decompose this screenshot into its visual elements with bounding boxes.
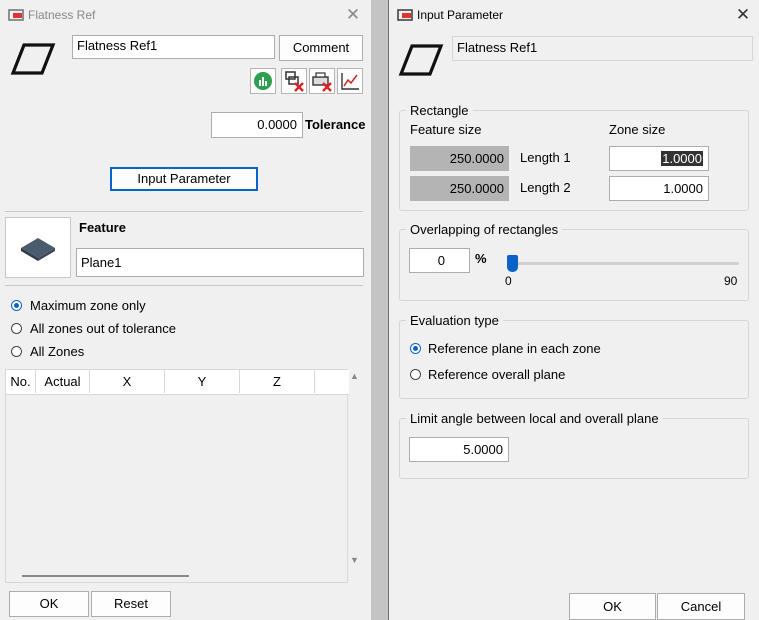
length1-label: Length 1 (520, 150, 571, 165)
results-table: No. Actual X Y Z (5, 369, 349, 583)
radio-all-zones[interactable] (11, 346, 22, 357)
column-header[interactable]: Y (165, 370, 240, 393)
radio-maximum-zone[interactable] (11, 300, 22, 311)
percent-label: % (475, 251, 487, 266)
separator (5, 285, 363, 286)
close-icon[interactable]: ✕ (732, 4, 754, 26)
group-title: Limit angle between local and overall pl… (406, 411, 663, 426)
zone-length1-field[interactable]: 1.0000 (609, 146, 709, 171)
title-bar: Input Parameter ✕ (389, 0, 759, 30)
comment-button[interactable]: Comment (279, 35, 363, 61)
column-header[interactable]: No. (6, 370, 36, 393)
window-title: Flatness Ref (28, 8, 96, 22)
zone-length1-value: 1.0000 (661, 151, 703, 166)
app-icon (397, 9, 413, 21)
column-header[interactable]: Actual (36, 370, 90, 393)
close-icon[interactable]: ✕ (342, 4, 364, 26)
vertical-scrollbar[interactable]: ▲ ▼ (348, 369, 362, 569)
table-header: No. Actual X Y Z (6, 370, 349, 395)
radio-label: All zones out of tolerance (30, 321, 176, 336)
zone-size-label: Zone size (609, 122, 666, 137)
radio-reference-overall-plane[interactable] (410, 369, 421, 380)
overlap-slider-thumb[interactable] (507, 255, 518, 272)
name-field[interactable]: Flatness Ref1 (72, 35, 275, 59)
tolerance-field[interactable]: 0.0000 (211, 112, 303, 138)
radio-label: All Zones (30, 344, 85, 359)
length2-label: Length 2 (520, 180, 571, 195)
scroll-down-icon[interactable]: ▼ (350, 555, 359, 565)
plane-icon (21, 238, 55, 261)
radio-label: Reference plane in each zone (428, 341, 601, 356)
horizontal-scrollbar-thumb[interactable] (22, 575, 189, 577)
flatness-ref-window: Flatness Ref ✕ Flatness Ref1 Comment 0.0… (0, 0, 371, 620)
zone-length2-field[interactable]: 1.0000 (609, 176, 709, 201)
radio-label: Reference overall plane (428, 367, 566, 382)
evaluation-group: Evaluation type (399, 313, 749, 399)
limit-angle-field[interactable]: 5.0000 (409, 437, 509, 462)
scroll-up-icon[interactable]: ▲ (350, 371, 359, 381)
feature-length2-field: 250.0000 (410, 176, 509, 201)
print-remove-icon[interactable] (309, 68, 335, 94)
feature-icon-box (5, 217, 71, 278)
column-header[interactable]: Z (240, 370, 315, 393)
window-gap (371, 0, 388, 620)
radio-reference-plane-each-zone[interactable] (410, 343, 421, 354)
slider-max-label: 90 (724, 274, 738, 288)
feature-field[interactable]: Plane1 (76, 248, 364, 277)
line-chart-icon[interactable] (337, 68, 363, 94)
window-title: Input Parameter (417, 8, 504, 22)
radio-label: Maximum zone only (30, 298, 146, 313)
reset-button[interactable]: Reset (91, 591, 171, 617)
feature-length1-field: 250.0000 (410, 146, 509, 171)
tolerance-label: Tolerance (305, 117, 366, 132)
separator (5, 211, 363, 212)
bar-chart-icon[interactable] (250, 68, 276, 94)
overlap-slider-track[interactable] (507, 262, 739, 265)
radio-zones-out-of-tolerance[interactable] (11, 323, 22, 334)
flatness-symbol-icon (398, 44, 444, 76)
group-title: Evaluation type (406, 313, 503, 328)
group-title: Rectangle (406, 103, 473, 118)
overlap-field[interactable]: 0 (409, 248, 470, 273)
title-bar: Flatness Ref ✕ (0, 0, 371, 30)
feature-label: Feature (79, 220, 126, 235)
flatness-symbol-icon (10, 43, 56, 75)
input-parameter-button[interactable]: Input Parameter (110, 167, 258, 191)
slider-min-label: 0 (505, 274, 512, 288)
input-parameter-window: Input Parameter ✕ Flatness Ref1 Rectangl… (388, 0, 759, 620)
column-header[interactable]: X (90, 370, 165, 393)
remove-element-icon[interactable] (281, 68, 307, 94)
app-icon (8, 9, 24, 21)
ok-button[interactable]: OK (569, 593, 656, 620)
group-title: Overlapping of rectangles (406, 222, 563, 237)
name-readonly-field: Flatness Ref1 (452, 36, 753, 61)
feature-size-label: Feature size (410, 122, 482, 137)
cancel-button[interactable]: Cancel (657, 593, 745, 620)
ok-button[interactable]: OK (9, 591, 89, 617)
